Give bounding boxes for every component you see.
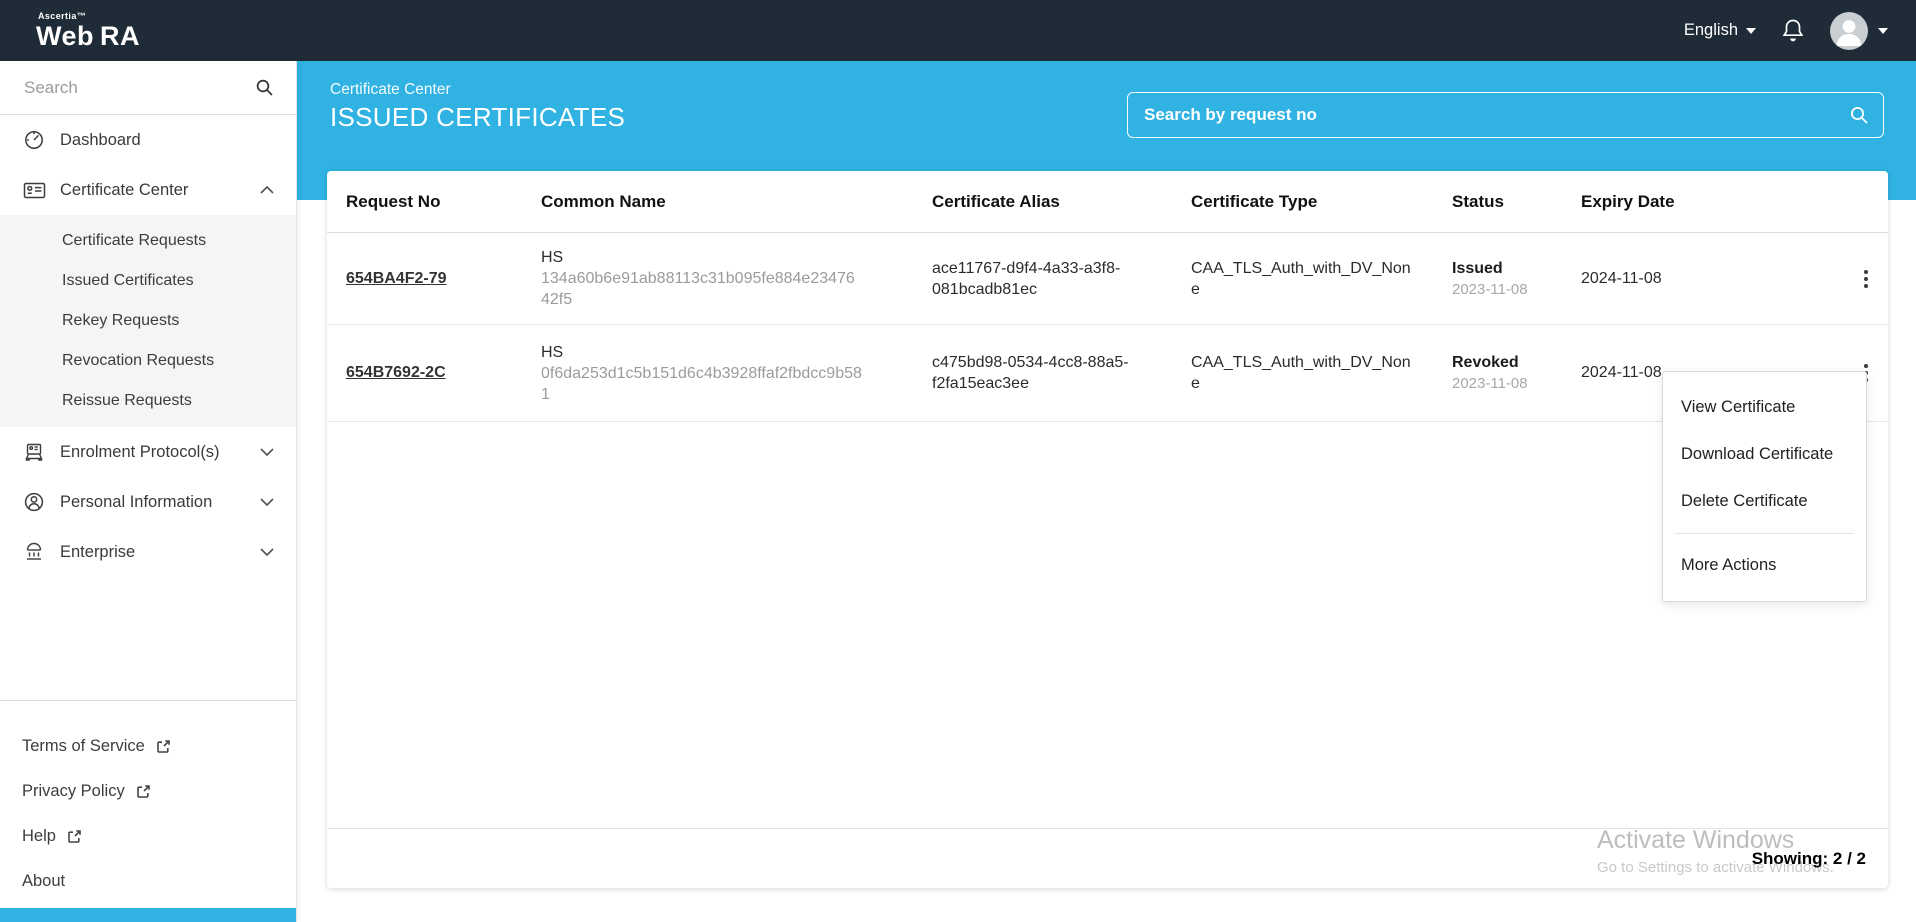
bell-icon	[1780, 17, 1806, 45]
link-label: Privacy Policy	[22, 782, 125, 801]
enterprise-bank-icon	[22, 542, 46, 562]
chevron-up-icon	[260, 186, 274, 194]
search-icon[interactable]	[255, 78, 274, 97]
sidebar-item-dashboard[interactable]: Dashboard	[0, 115, 296, 165]
chevron-down-icon	[1746, 28, 1756, 34]
column-header-request-no: Request No	[346, 192, 541, 212]
status-date: 2023-11-08	[1452, 375, 1581, 392]
request-search-input[interactable]	[1142, 104, 1849, 126]
column-header-certificate-type: Certificate Type	[1191, 192, 1452, 212]
sidebar-item-enrolment-protocols[interactable]: Enrolment Protocol(s)	[0, 427, 296, 477]
dashboard-icon	[22, 129, 46, 151]
sidebar-item-personal-information[interactable]: Personal Information	[0, 477, 296, 527]
common-name-hash: 0f6da253d1c5b151d6c4b3928ffaf2fbdcc9b581	[541, 365, 862, 403]
brand-logo[interactable]: Ascertia™ Web RA	[36, 12, 140, 50]
table-row: 654B7692-2C HS0f6da253d1c5b151d6c4b3928f…	[327, 325, 1888, 422]
menu-divider	[1675, 533, 1854, 534]
main-content: Certificate Center ISSUED CERTIFICATES R…	[297, 61, 1916, 922]
column-header-common-name: Common Name	[541, 192, 932, 212]
sidebar-subitem-revocation-requests[interactable]: Revocation Requests	[0, 341, 296, 381]
brand-ra: RA	[100, 23, 140, 50]
sidebar-item-label: Certificate Center	[60, 181, 260, 200]
terms-of-service-link[interactable]: Terms of Service	[0, 724, 296, 769]
sidebar-item-label: Personal Information	[60, 493, 260, 512]
help-link[interactable]: Help	[0, 814, 296, 859]
external-link-icon	[66, 829, 82, 845]
sidebar-subitem-issued-certificates[interactable]: Issued Certificates	[0, 261, 296, 301]
language-label: English	[1684, 21, 1738, 40]
certificate-icon	[22, 181, 46, 200]
menu-item-download-certificate[interactable]: Download Certificate	[1663, 431, 1866, 478]
table-header-row: Request No Common Name Certificate Alias…	[327, 171, 1888, 233]
external-link-icon	[155, 739, 171, 755]
link-label: Help	[22, 827, 56, 846]
column-header-status: Status	[1452, 192, 1581, 212]
certificate-center-submenu: Certificate Requests Issued Certificates…	[0, 215, 296, 427]
sidebar-footer: Terms of Service Privacy Policy Help Abo…	[0, 724, 296, 904]
notifications-button[interactable]	[1780, 17, 1806, 45]
language-selector[interactable]: English	[1684, 21, 1756, 40]
sidebar-item-certificate-center[interactable]: Certificate Center	[0, 165, 296, 215]
column-header-expiry-date: Expiry Date	[1581, 192, 1843, 212]
showing-count: Showing: 2 / 2	[1752, 849, 1866, 869]
table-footer: Showing: 2 / 2	[327, 828, 1888, 888]
menu-item-view-certificate[interactable]: View Certificate	[1663, 384, 1866, 431]
sidebar-item-enterprise[interactable]: Enterprise	[0, 527, 296, 577]
sidebar-subitem-certificate-requests[interactable]: Certificate Requests	[0, 221, 296, 261]
row-actions-kebab-icon[interactable]	[1856, 266, 1876, 292]
status-badge: Revoked	[1452, 354, 1581, 372]
about-link[interactable]: About	[0, 859, 296, 904]
certificate-type: CAA_TLS_Auth_with_DV_None	[1191, 258, 1413, 300]
enrolment-protocol-icon	[22, 442, 46, 462]
menu-item-delete-certificate[interactable]: Delete Certificate	[1663, 478, 1866, 525]
external-link-icon	[135, 784, 151, 800]
sidebar-subitem-rekey-requests[interactable]: Rekey Requests	[0, 301, 296, 341]
sidebar-subitem-reissue-requests[interactable]: Reissue Requests	[0, 381, 296, 421]
column-header-certificate-alias: Certificate Alias	[932, 192, 1191, 212]
person-icon	[22, 491, 46, 513]
sidebar-item-label: Enrolment Protocol(s)	[60, 443, 260, 462]
sidebar: Dashboard Certificate Center Certificate…	[0, 61, 297, 922]
chevron-down-icon	[1878, 28, 1888, 34]
table-row: 654BA4F2-79 HS134a60b6e91ab88113c31b095f…	[327, 233, 1888, 325]
sidebar-item-label: Enterprise	[60, 543, 260, 562]
certificate-alias: ace11767-d9f4-4a33-a3f8-081bcadb81ec	[932, 258, 1142, 300]
request-no-link[interactable]: 654BA4F2-79	[346, 270, 447, 287]
brand-web: Web	[36, 23, 94, 50]
chevron-down-icon	[260, 548, 274, 556]
common-name-prefix: HS	[541, 342, 863, 363]
avatar	[1830, 12, 1868, 50]
link-label: Terms of Service	[22, 737, 145, 756]
breadcrumb: Certificate Center	[330, 81, 451, 99]
sidebar-search-input[interactable]	[22, 77, 255, 99]
request-no-link[interactable]: 654B7692-2C	[346, 364, 446, 381]
page-title: ISSUED CERTIFICATES	[330, 102, 625, 133]
status-date: 2023-11-08	[1452, 281, 1581, 298]
chevron-down-icon	[260, 448, 274, 456]
sidebar-bottom-accent	[0, 908, 296, 922]
sidebar-item-label: Dashboard	[60, 131, 274, 150]
expiry-date: 2024-11-08	[1581, 270, 1843, 288]
certificate-alias: c475bd98-0534-4cc8-88a5-f2fa15eac3ee	[932, 352, 1142, 394]
row-actions-menu: View Certificate Download Certificate De…	[1662, 371, 1867, 602]
sidebar-divider	[0, 700, 296, 701]
top-navbar: Ascertia™ Web RA English	[0, 0, 1916, 61]
common-name-hash: 134a60b6e91ab88113c31b095fe884e2347642f5	[541, 270, 855, 308]
chevron-down-icon	[260, 498, 274, 506]
brand-supertitle: Ascertia™	[38, 12, 140, 21]
request-search	[1127, 92, 1884, 138]
menu-item-more-actions[interactable]: More Actions	[1663, 542, 1866, 589]
certificate-type: CAA_TLS_Auth_with_DV_None	[1191, 352, 1413, 394]
issued-certificates-table: Request No Common Name Certificate Alias…	[327, 171, 1888, 888]
privacy-policy-link[interactable]: Privacy Policy	[0, 769, 296, 814]
sidebar-search	[0, 61, 296, 115]
link-label: About	[22, 872, 65, 891]
search-icon[interactable]	[1849, 105, 1869, 125]
common-name-prefix: HS	[541, 247, 863, 268]
user-menu[interactable]	[1830, 12, 1888, 50]
status-badge: Issued	[1452, 260, 1581, 278]
